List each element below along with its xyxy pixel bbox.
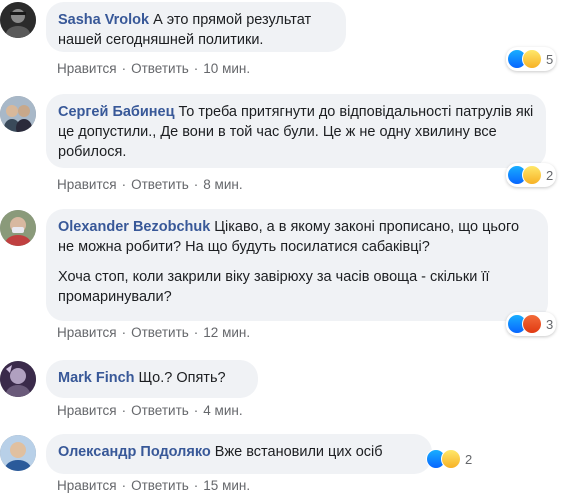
separator-dot: · — [121, 403, 127, 418]
separator-dot: · — [193, 61, 199, 76]
reply-link[interactable]: Ответить — [131, 478, 189, 493]
avatar-photo-icon — [0, 361, 36, 397]
haha-icon — [522, 165, 542, 185]
separator-dot: · — [193, 403, 199, 418]
comment-text: Що.? Опять? — [138, 370, 226, 386]
avatar-photo-icon — [0, 210, 36, 246]
haha-icon — [522, 49, 542, 69]
comment-actions: Нравится · Ответить · 10 мин. — [57, 61, 250, 76]
avatar[interactable] — [0, 361, 36, 397]
avatar-photo-icon — [0, 2, 36, 38]
reaction-count: 5 — [546, 51, 554, 67]
comment-author[interactable]: Sasha Vrolok — [58, 12, 149, 28]
reaction-summary[interactable]: 5 — [506, 47, 557, 71]
separator-dot: · — [121, 61, 127, 76]
wow-icon — [441, 449, 461, 469]
reply-link[interactable]: Ответить — [131, 403, 189, 418]
separator-dot: · — [121, 325, 127, 340]
comment-text: Вже встановили цих осіб — [214, 444, 383, 460]
reaction-summary[interactable]: 3 — [506, 312, 557, 336]
comment-time[interactable]: 4 мин. — [203, 403, 242, 418]
comment-actions: Нравится · Ответить · 12 мин. — [57, 325, 250, 340]
reply-link[interactable]: Ответить — [131, 177, 189, 192]
comment-bubble: Sasha Vrolok А это прямой результат нашей… — [46, 2, 346, 52]
reaction-summary[interactable]: 2 — [506, 163, 557, 187]
separator-dot: · — [193, 325, 199, 340]
avatar[interactable] — [0, 96, 36, 132]
separator-dot: · — [193, 478, 199, 493]
angry-icon — [522, 314, 542, 334]
comment-text: Хоча стоп, коли закрили віку завірюху за… — [58, 269, 490, 305]
comment-actions: Нравится · Ответить · 15 мин. — [57, 478, 250, 493]
comment-actions: Нравится · Ответить · 8 мин. — [57, 177, 243, 192]
separator-dot: · — [193, 177, 199, 192]
comment-time[interactable]: 10 мин. — [203, 61, 250, 76]
comment-bubble: Сергей Бабинец То треба притягнути до від… — [46, 94, 546, 168]
like-link[interactable]: Нравится — [57, 403, 117, 418]
comment-actions: Нравится · Ответить · 4 мин. — [57, 403, 243, 418]
avatar-photo-icon — [0, 435, 36, 471]
comment-author[interactable]: Сергей Бабинец — [58, 104, 175, 120]
comment-author[interactable]: Olexander Bezobchuk — [58, 219, 210, 235]
comment-time[interactable]: 15 мин. — [203, 478, 250, 493]
comment-author[interactable]: Олександр Подоляко — [58, 444, 211, 460]
reaction-count: 2 — [465, 451, 473, 467]
avatar[interactable] — [0, 2, 36, 38]
reaction-count: 3 — [546, 316, 554, 332]
avatar[interactable] — [0, 210, 36, 246]
like-link[interactable]: Нравится — [57, 478, 117, 493]
comment-bubble: Олександр Подоляко Вже встановили цих осі… — [46, 434, 432, 474]
like-link[interactable]: Нравится — [57, 61, 117, 76]
reply-link[interactable]: Ответить — [131, 61, 189, 76]
avatar-photo-icon — [0, 96, 36, 132]
avatar[interactable] — [0, 435, 36, 471]
like-link[interactable]: Нравится — [57, 177, 117, 192]
comment-bubble: Mark Finch Що.? Опять? — [46, 360, 258, 398]
reaction-count: 2 — [546, 167, 554, 183]
comment-time[interactable]: 12 мин. — [203, 325, 250, 340]
reply-link[interactable]: Ответить — [131, 325, 189, 340]
comment-bubble: Olexander Bezobchuk Цікаво, а в якому зак… — [46, 209, 548, 321]
reaction-summary[interactable]: 2 — [425, 447, 475, 471]
comment-author[interactable]: Mark Finch — [58, 370, 135, 386]
separator-dot: · — [121, 478, 127, 493]
separator-dot: · — [121, 177, 127, 192]
comment-time[interactable]: 8 мин. — [203, 177, 242, 192]
like-link[interactable]: Нравится — [57, 325, 117, 340]
